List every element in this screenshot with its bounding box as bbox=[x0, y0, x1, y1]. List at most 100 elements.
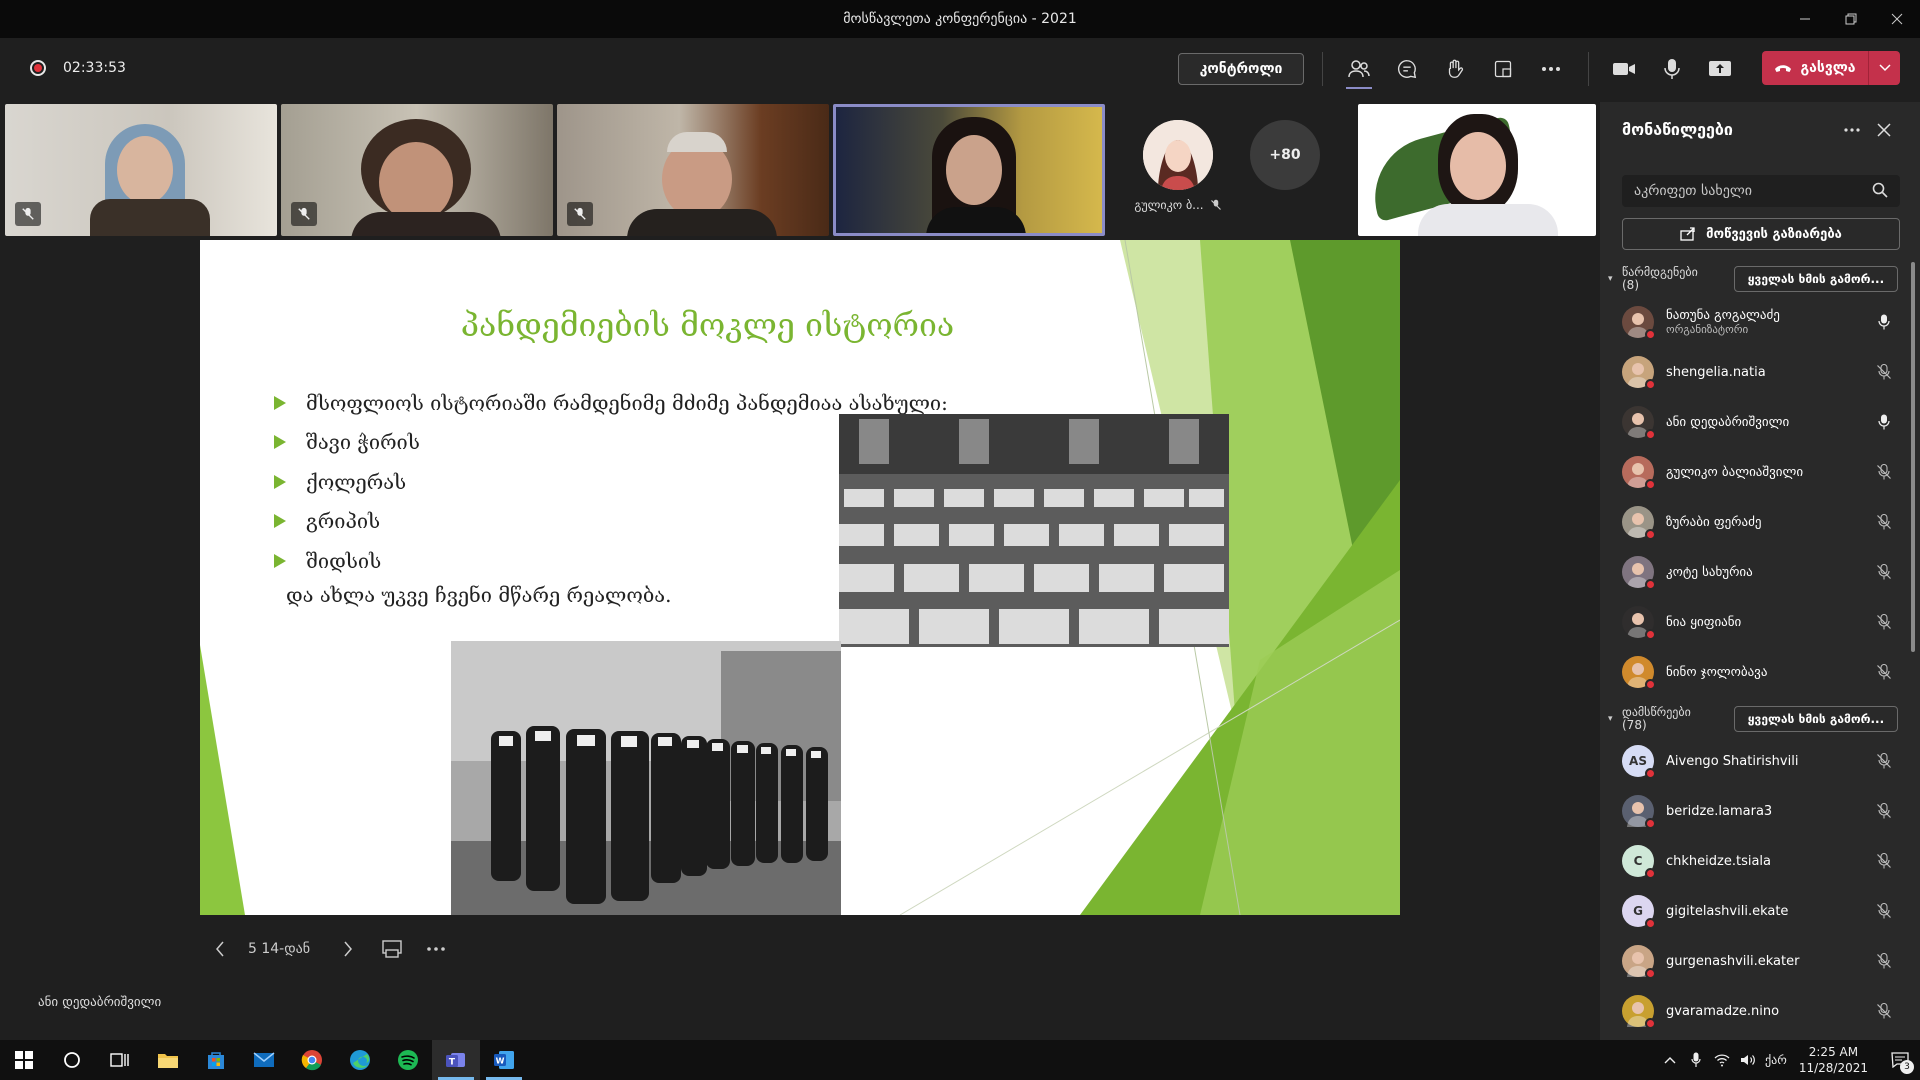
next-slide-icon[interactable] bbox=[338, 941, 358, 957]
avatar bbox=[1622, 795, 1656, 829]
attendee-row[interactable]: Cchkheidze.tsiala bbox=[1622, 836, 1900, 886]
previous-slide-icon[interactable] bbox=[210, 941, 230, 957]
mic-on-icon[interactable] bbox=[1874, 412, 1894, 432]
minimize-icon[interactable] bbox=[1782, 0, 1828, 38]
presenter-row[interactable]: გულიკო ბალიაშვილი bbox=[1622, 447, 1900, 497]
edge-icon[interactable] bbox=[336, 1040, 384, 1080]
participant-video-active-speaker[interactable] bbox=[833, 104, 1105, 236]
slide-more-options-icon[interactable] bbox=[424, 947, 448, 951]
status-badge bbox=[1645, 1018, 1656, 1029]
search-icon[interactable] bbox=[1872, 182, 1888, 202]
restore-icon[interactable] bbox=[1828, 0, 1874, 38]
mic-off-icon[interactable] bbox=[1874, 362, 1894, 382]
chevron-down-icon[interactable] bbox=[1868, 51, 1900, 85]
mic-off-icon bbox=[567, 202, 593, 226]
caret-down-icon: ▾ bbox=[1608, 714, 1613, 724]
panel-more-icon[interactable] bbox=[1840, 118, 1864, 142]
leave-button[interactable]: გასვლა bbox=[1762, 51, 1900, 85]
status-badge bbox=[1645, 968, 1656, 979]
mic-off-icon[interactable] bbox=[1874, 751, 1894, 771]
breakout-rooms-icon[interactable] bbox=[1487, 53, 1519, 85]
wifi-icon[interactable] bbox=[1709, 1053, 1735, 1067]
task-view-icon[interactable] bbox=[96, 1040, 144, 1080]
share-invite-button[interactable]: მოწვევის გაზიარება bbox=[1622, 218, 1900, 250]
people-icon[interactable] bbox=[1343, 53, 1375, 89]
share-screen-icon[interactable] bbox=[1704, 53, 1736, 85]
participant-video-3[interactable] bbox=[557, 104, 829, 236]
more-options-icon[interactable] bbox=[1535, 53, 1567, 85]
presenters-group-header[interactable]: ▾ წარმდგენები (8) ყველას ხმის გამორ... bbox=[1608, 266, 1898, 292]
status-badge bbox=[1645, 818, 1656, 829]
presenter-row[interactable]: ნათუნა გოგალაძე ორგანიზატორი bbox=[1622, 297, 1900, 347]
status-badge bbox=[1645, 379, 1656, 390]
avatar-name: გულიკო ბ... bbox=[1134, 198, 1204, 212]
participant-name: gvaramadze.nino bbox=[1666, 1003, 1780, 1019]
microphone-tray-icon[interactable] bbox=[1683, 1052, 1709, 1068]
control-button[interactable]: კონტროლი bbox=[1178, 53, 1304, 85]
participant-search-input[interactable] bbox=[1622, 175, 1900, 207]
participant-video-2[interactable] bbox=[281, 104, 553, 236]
camera-icon[interactable] bbox=[1608, 53, 1640, 85]
participant-video-1[interactable] bbox=[5, 104, 277, 236]
panel-scrollbar[interactable] bbox=[1911, 262, 1915, 652]
participants-panel: მონაწილეები მოწვევის გაზიარება ▾ წარმდგე… bbox=[1600, 102, 1920, 1040]
input-language[interactable]: ქარ bbox=[1765, 1053, 1787, 1067]
mic-on-icon[interactable] bbox=[1874, 312, 1894, 332]
notification-center-icon[interactable]: 3 bbox=[1880, 1040, 1920, 1080]
microsoft-store-icon[interactable] bbox=[192, 1040, 240, 1080]
status-badge bbox=[1645, 918, 1656, 929]
presenter-row[interactable]: shengelia.natia bbox=[1622, 347, 1900, 397]
attendee-row[interactable]: beridze.lamara3 bbox=[1622, 786, 1900, 836]
mute-all-presenters-button[interactable]: ყველას ხმის გამორ... bbox=[1734, 266, 1898, 292]
presenter-row[interactable]: ზურაბი ფერაძე bbox=[1622, 497, 1900, 547]
presenter-row[interactable]: ანი დედაბრიშვილი bbox=[1622, 397, 1900, 447]
teams-icon[interactable]: T bbox=[432, 1040, 480, 1080]
presenter-row[interactable]: ნინო ჯოლობავა bbox=[1622, 647, 1900, 697]
notification-count: 3 bbox=[1900, 1060, 1914, 1074]
mic-off-icon[interactable] bbox=[1874, 1001, 1894, 1021]
mic-off-icon[interactable] bbox=[1874, 901, 1894, 921]
presenter-row[interactable]: კოტე სახურია bbox=[1622, 547, 1900, 597]
spotify-icon[interactable] bbox=[384, 1040, 432, 1080]
mic-off-icon[interactable] bbox=[1874, 951, 1894, 971]
participant-avatar-tile[interactable]: გულიკო ბ... bbox=[1118, 102, 1238, 236]
chrome-icon[interactable] bbox=[288, 1040, 336, 1080]
word-icon[interactable]: W bbox=[480, 1040, 528, 1080]
chevron-up-icon[interactable] bbox=[1657, 1056, 1683, 1064]
windows-start-icon[interactable] bbox=[0, 1040, 48, 1080]
mail-icon[interactable] bbox=[240, 1040, 288, 1080]
raise-hand-icon[interactable] bbox=[1439, 53, 1471, 85]
attendee-row[interactable]: gvaramadze.nino bbox=[1622, 986, 1900, 1036]
mic-off-icon[interactable] bbox=[1874, 662, 1894, 682]
status-badge bbox=[1645, 868, 1656, 879]
attendees-group-header[interactable]: ▾ დამსწრეები (78) ყველას ხმის გამორ... bbox=[1608, 706, 1898, 732]
clock[interactable]: 2:25 AM 11/28/2021 bbox=[1799, 1044, 1868, 1076]
meeting-timer: 02:33:53 bbox=[63, 60, 126, 76]
mic-off-icon[interactable] bbox=[1874, 612, 1894, 632]
search-taskbar-icon[interactable] bbox=[48, 1040, 96, 1080]
slide-grid-icon[interactable] bbox=[380, 940, 404, 958]
slide-title: პანდემიების მოკლე ისტორია bbox=[460, 306, 955, 344]
mic-off-icon[interactable] bbox=[1874, 851, 1894, 871]
microphone-icon[interactable] bbox=[1656, 53, 1688, 85]
mute-all-attendees-button[interactable]: ყველას ხმის გამორ... bbox=[1734, 706, 1898, 732]
avatar: G bbox=[1622, 895, 1656, 929]
close-panel-icon[interactable] bbox=[1872, 118, 1896, 142]
attendee-row[interactable]: AS Aivengo Shatirishvili bbox=[1622, 736, 1900, 786]
teams-meeting-window: მოსწავლეთა კონფერენცია - 2021 02:33:53 კ… bbox=[0, 0, 1920, 1080]
mic-off-icon[interactable] bbox=[1874, 562, 1894, 582]
status-badge bbox=[1645, 629, 1656, 640]
chat-icon[interactable] bbox=[1391, 53, 1423, 85]
volume-icon[interactable] bbox=[1735, 1053, 1761, 1067]
mic-off-icon[interactable] bbox=[1874, 462, 1894, 482]
participant-video-presenter[interactable] bbox=[1358, 104, 1596, 236]
presenter-row[interactable]: ნია ყიფიანი bbox=[1622, 597, 1900, 647]
panel-title: მონაწილეები bbox=[1622, 120, 1733, 139]
close-window-icon[interactable] bbox=[1874, 0, 1920, 38]
mic-off-icon[interactable] bbox=[1874, 801, 1894, 821]
attendee-row[interactable]: gurgenashvili.ekater bbox=[1622, 936, 1900, 986]
attendee-row[interactable]: Ggigitelashvili.ekate bbox=[1622, 886, 1900, 936]
mic-off-icon[interactable] bbox=[1874, 512, 1894, 532]
more-participants-button[interactable]: +80 bbox=[1250, 120, 1320, 190]
file-explorer-icon[interactable] bbox=[144, 1040, 192, 1080]
